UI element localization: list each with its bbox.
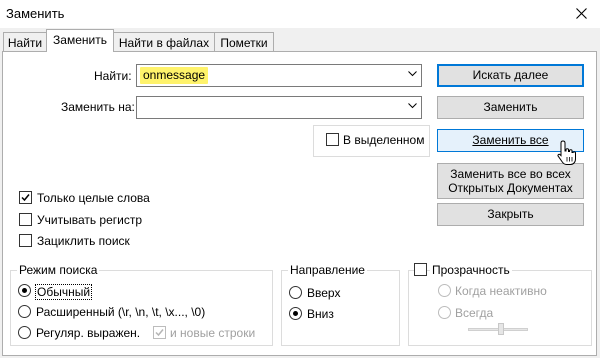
- search-mode-regex-label: Регуляр. выражен.: [36, 326, 141, 340]
- in-selection-checkbox[interactable]: [326, 133, 339, 146]
- regex-newline-checkbox[interactable]: [153, 326, 166, 339]
- regex-newline-label: и новые строки: [170, 326, 256, 340]
- search-mode-regex-radio[interactable]: [18, 326, 31, 339]
- search-mode-extended-radio[interactable]: [18, 305, 31, 318]
- tab-find-in-files[interactable]: Найти в файлах: [113, 32, 215, 51]
- direction-up-label: Вверх: [307, 286, 341, 300]
- replace-dialog: Заменить Найти Заменить Найти в файлах П…: [0, 0, 600, 358]
- find-input[interactable]: onmessage: [136, 64, 422, 87]
- close-button[interactable]: Закрыть: [437, 203, 584, 226]
- match-case-label: Учитывать регистр: [37, 213, 143, 227]
- hand-cursor-icon: [557, 140, 576, 165]
- transparency-always-radio[interactable]: [438, 306, 451, 319]
- direction-title: Направление: [288, 263, 367, 277]
- slider-thumb[interactable]: [498, 323, 504, 335]
- window-title: Заменить: [6, 6, 65, 21]
- tab-replace[interactable]: Заменить: [46, 29, 114, 52]
- search-mode-title: Режим поиска: [17, 263, 100, 277]
- transparency-on-losing-focus-label: Когда неактивно: [455, 284, 547, 298]
- replace-button[interactable]: Заменить: [437, 96, 584, 119]
- transparency-checkbox[interactable]: [414, 263, 427, 276]
- whole-words-label: Только целые слова: [37, 191, 150, 205]
- search-mode-normal-label: Обычный: [35, 284, 93, 300]
- find-input-value: onmessage: [140, 67, 209, 84]
- direction-down-radio[interactable]: [289, 307, 302, 320]
- chevron-down-icon[interactable]: [408, 103, 417, 109]
- match-case-checkbox[interactable]: [19, 213, 32, 226]
- search-mode-normal-radio[interactable]: [18, 284, 31, 297]
- replace-all-open-line1: Заменить все во всех: [450, 167, 571, 181]
- wrap-around-checkbox[interactable]: [19, 234, 32, 247]
- direction-up-radio[interactable]: [289, 286, 302, 299]
- transparency-title: Прозрачность: [430, 263, 512, 277]
- find-label: Найти:: [94, 69, 132, 83]
- transparency-always-label: Всегда: [455, 306, 494, 320]
- search-mode-extended-label: Расширенный (\r, \n, \t, \x..., \0): [36, 305, 206, 319]
- transparency-slider[interactable]: [468, 322, 528, 336]
- close-icon: [576, 8, 587, 19]
- replace-all-label: Заменить все: [472, 133, 549, 147]
- replace-label: Заменить на:: [61, 100, 135, 114]
- replace-all-in-open-docs-button[interactable]: Заменить все во всех Открытых Документах: [437, 163, 584, 199]
- wrap-around-label: Зациклить поиск: [37, 234, 130, 248]
- chevron-down-icon[interactable]: [408, 71, 417, 77]
- direction-down-label: Вниз: [307, 307, 334, 321]
- replace-input[interactable]: [136, 96, 422, 119]
- title-bar: Заменить: [0, 0, 600, 28]
- replace-label-text: Заменить: [483, 100, 538, 114]
- in-selection-label: В выделенном: [343, 133, 425, 147]
- find-next-button[interactable]: Искать далее: [437, 64, 584, 87]
- whole-words-checkbox[interactable]: [19, 191, 32, 204]
- close-label: Закрыть: [487, 207, 534, 221]
- find-next-label: Искать далее: [472, 68, 549, 82]
- tab-marks[interactable]: Пометки: [214, 32, 274, 51]
- checkmark-icon: [155, 329, 164, 337]
- checkmark-icon: [21, 194, 30, 202]
- tab-find[interactable]: Найти: [3, 32, 47, 51]
- replace-all-open-line2: Открытых Документах: [448, 181, 573, 195]
- transparency-on-losing-focus-radio[interactable]: [438, 284, 451, 297]
- close-window-button[interactable]: [571, 4, 593, 24]
